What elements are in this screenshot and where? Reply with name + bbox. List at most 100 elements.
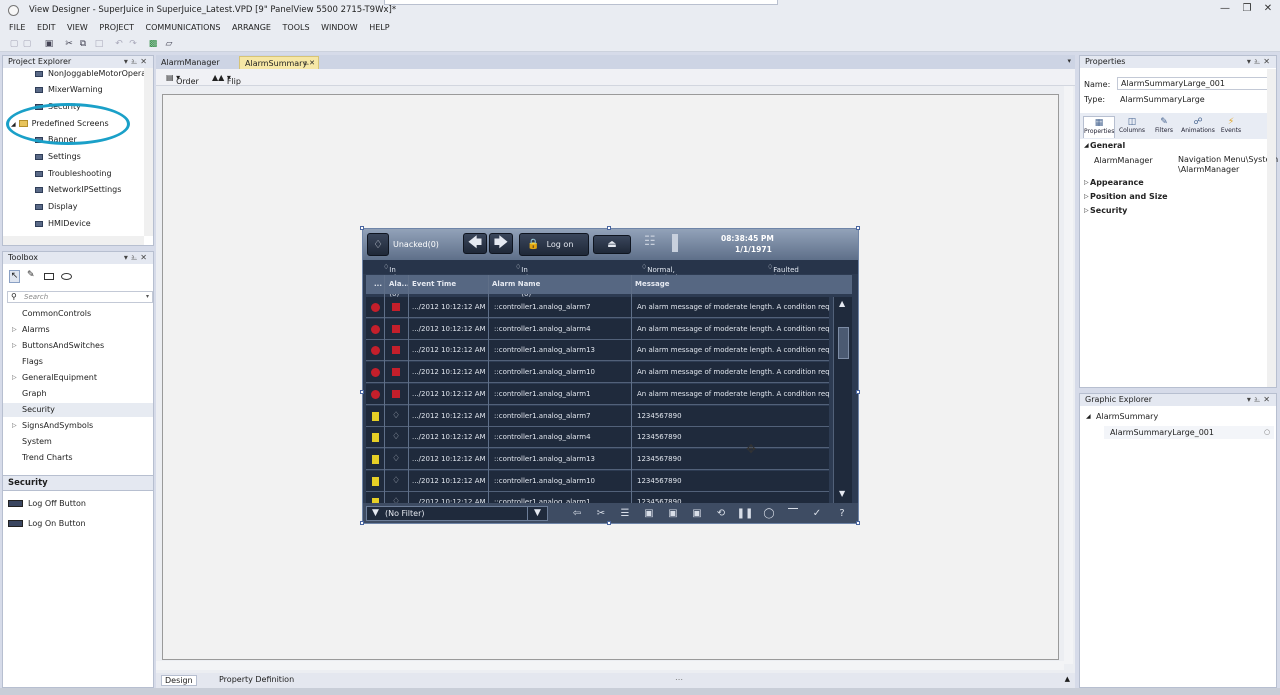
selection-handle[interactable]: [856, 226, 860, 230]
alarm-grid-scrollbar[interactable]: ▲ ▼: [833, 297, 852, 503]
bell-button[interactable]: ♢: [367, 233, 389, 256]
selection-handle[interactable]: [360, 226, 364, 230]
toolbox-item-log-on-button[interactable]: Log On Button: [28, 519, 86, 528]
save-icon[interactable]: ▣: [44, 39, 54, 49]
acknowledge-icon[interactable]: ✂: [591, 506, 611, 521]
paste-icon[interactable]: □: [94, 39, 104, 49]
table-row[interactable]: ♢ .../2012 10:12:12 AM::controller1.analo…: [366, 427, 829, 449]
panel-pin-icon[interactable]: ▾⎁✕: [124, 56, 150, 68]
communications-icon[interactable]: ▱: [164, 39, 174, 49]
table-row[interactable]: ♢ .../2012 10:12:12 AM::controller1.analo…: [366, 448, 829, 470]
acknowledge-all-icon[interactable]: ▣: [639, 506, 659, 521]
project-explorer-scrollbar[interactable]: [144, 68, 153, 236]
toolbox-item-log-off-button[interactable]: Log Off Button: [28, 499, 86, 508]
expand-icon[interactable]: ▷: [1084, 207, 1089, 214]
tab-columns[interactable]: ◫ Columns: [1116, 116, 1148, 138]
graphic-root[interactable]: AlarmSummary: [1096, 412, 1158, 421]
table-row[interactable]: .../2012 10:12:12 AM::controller1.analog…: [366, 297, 829, 318]
collapse-icon[interactable]: ▲: [1062, 675, 1073, 683]
ellipse-icon[interactable]: [61, 273, 72, 280]
properties-scrollbar[interactable]: [1267, 69, 1276, 387]
collapse-icon[interactable]: ◢: [1086, 413, 1091, 420]
shelve-icon[interactable]: ▣: [687, 506, 707, 521]
status-in-alarm-acked[interactable]: ♢ In Alarm, Acked (0): [515, 263, 544, 298]
collapse-icon[interactable]: ◢: [1084, 142, 1089, 149]
tab-filters[interactable]: ✎ Filters: [1148, 116, 1180, 138]
expand-icon[interactable]: ▷: [12, 422, 17, 429]
expand-icon[interactable]: ▷: [12, 326, 17, 333]
copy-icon[interactable]: ⧉: [78, 39, 88, 49]
scroll-down-icon[interactable]: ▼: [839, 489, 845, 498]
logon-button[interactable]: 🔒 Log on: [519, 233, 589, 256]
expand-icon[interactable]: ▷: [12, 342, 17, 349]
tree-item[interactable]: NonJoggableMotorOperat: [35, 69, 149, 78]
alarm-summary-widget[interactable]: ♢ Unacked(0) 🡄 🡆 🔒 Log on ⏏ ☷ 08:38:45 P…: [362, 228, 859, 524]
menu-help[interactable]: HELP: [369, 20, 389, 35]
toolbox-category[interactable]: ButtonsAndSwitches: [22, 341, 104, 350]
name-field[interactable]: AlarmSummaryLarge_001: [1117, 77, 1271, 90]
undo-icon[interactable]: ↶: [114, 39, 124, 49]
table-row[interactable]: .../2012 10:12:12 AM::controller1.analog…: [366, 362, 829, 384]
canvas-vscrollbar[interactable]: [1064, 86, 1073, 664]
selection-handle[interactable]: [607, 521, 611, 525]
expand-icon[interactable]: ▷: [1084, 179, 1089, 186]
toolbox-category[interactable]: Graph: [22, 389, 47, 398]
tab-alarm-manager[interactable]: AlarmManager: [156, 56, 225, 69]
toolbox-category[interactable]: Trend Charts: [22, 453, 73, 462]
panel-pin-icon[interactable]: ▾⎁✕: [124, 252, 150, 264]
toolbox-category[interactable]: CommonControls: [22, 309, 91, 318]
column-header-event-time[interactable]: Event Time: [412, 280, 456, 288]
table-row[interactable]: .../2012 10:12:12 AM::controller1.analog…: [366, 318, 829, 340]
pen-icon[interactable]: ✎: [27, 270, 35, 280]
new-icon[interactable]: ▢: [9, 39, 19, 49]
chevron-down-icon[interactable]: ▼: [527, 507, 547, 520]
status-faulted[interactable]: ♢ Faulted (---): [767, 263, 799, 282]
tree-item[interactable]: Troubleshooting: [35, 169, 112, 178]
column-header-message[interactable]: Message: [635, 280, 670, 288]
scroll-up-icon[interactable]: ▲: [839, 299, 845, 308]
close-icon[interactable]: ✕: [1261, 3, 1275, 14]
table-row[interactable]: ♢ .../2012 10:12:12 AM::controller1.analo…: [366, 470, 829, 492]
menu-tools[interactable]: TOOLS: [283, 20, 310, 35]
menu-window[interactable]: WINDOW: [321, 20, 358, 35]
cut-icon[interactable]: ✂: [64, 39, 74, 49]
forward-button[interactable]: 🡆: [489, 233, 513, 254]
confirm-icon[interactable]: ✓: [807, 506, 827, 521]
open-icon[interactable]: ▢: [22, 39, 32, 49]
toolbox-category[interactable]: Alarms: [22, 325, 50, 334]
expand-icon[interactable]: ▷: [1084, 193, 1089, 200]
alarm-manager-value[interactable]: Navigation Menu\System: [1178, 155, 1278, 164]
section-appearance[interactable]: Appearance: [1090, 178, 1144, 187]
tree-item[interactable]: MixerWarning: [35, 85, 103, 94]
details-icon[interactable]: ☰: [615, 506, 635, 521]
quick-launch-box[interactable]: [384, 0, 778, 5]
status-normal-unacked[interactable]: ♢ Normal, Unacked (0): [641, 263, 678, 290]
toolbox-search-box[interactable]: ⚲ Search ▾: [7, 291, 153, 303]
tab-property-definition[interactable]: Property Definition: [216, 675, 297, 684]
section-general[interactable]: General: [1090, 141, 1125, 150]
navigation-menu-button[interactable]: ⏏: [593, 235, 631, 254]
tab-design[interactable]: Design: [161, 675, 197, 686]
selection-handle[interactable]: [856, 390, 860, 394]
toolbox-category[interactable]: Flags: [22, 357, 43, 366]
rectangle-icon[interactable]: [44, 273, 54, 280]
menu-arrange[interactable]: ARRANGE: [232, 20, 271, 35]
selection-handle[interactable]: [607, 226, 611, 230]
table-row[interactable]: .../2012 10:12:12 AM::controller1.analog…: [366, 340, 829, 362]
menu-file[interactable]: FILE: [9, 20, 25, 35]
tab-dropdown-icon[interactable]: ▾: [1067, 57, 1071, 65]
toolbox-category-security[interactable]: Security: [22, 405, 55, 414]
alarm-manager-value-cont[interactable]: \AlarmManager: [1178, 165, 1239, 174]
filter-dropdown[interactable]: ▼ (No Filter) ▼: [366, 506, 548, 521]
expand-icon[interactable]: ▷: [12, 374, 17, 381]
status-in-alarm-unacked[interactable]: ♢ In Alarm, Unacked (0): [383, 263, 420, 298]
panel-pin-icon[interactable]: ▾⎁✕: [1247, 394, 1273, 406]
column-header-alarm-name[interactable]: Alarm Name: [492, 280, 540, 288]
tab-properties[interactable]: ▦ Properties: [1083, 116, 1115, 138]
order-button[interactable]: ▤ Order ▾: [166, 73, 199, 86]
tab-alarm-summary[interactable]: AlarmSummary ⎁✕: [239, 56, 319, 69]
flip-button[interactable]: ▲▲ Flip ▾: [212, 73, 241, 86]
toolbox-category[interactable]: GeneralEquipment: [22, 373, 97, 382]
tree-item[interactable]: NetworkIPSettings: [35, 185, 121, 194]
help-icon[interactable]: ?: [832, 506, 852, 521]
